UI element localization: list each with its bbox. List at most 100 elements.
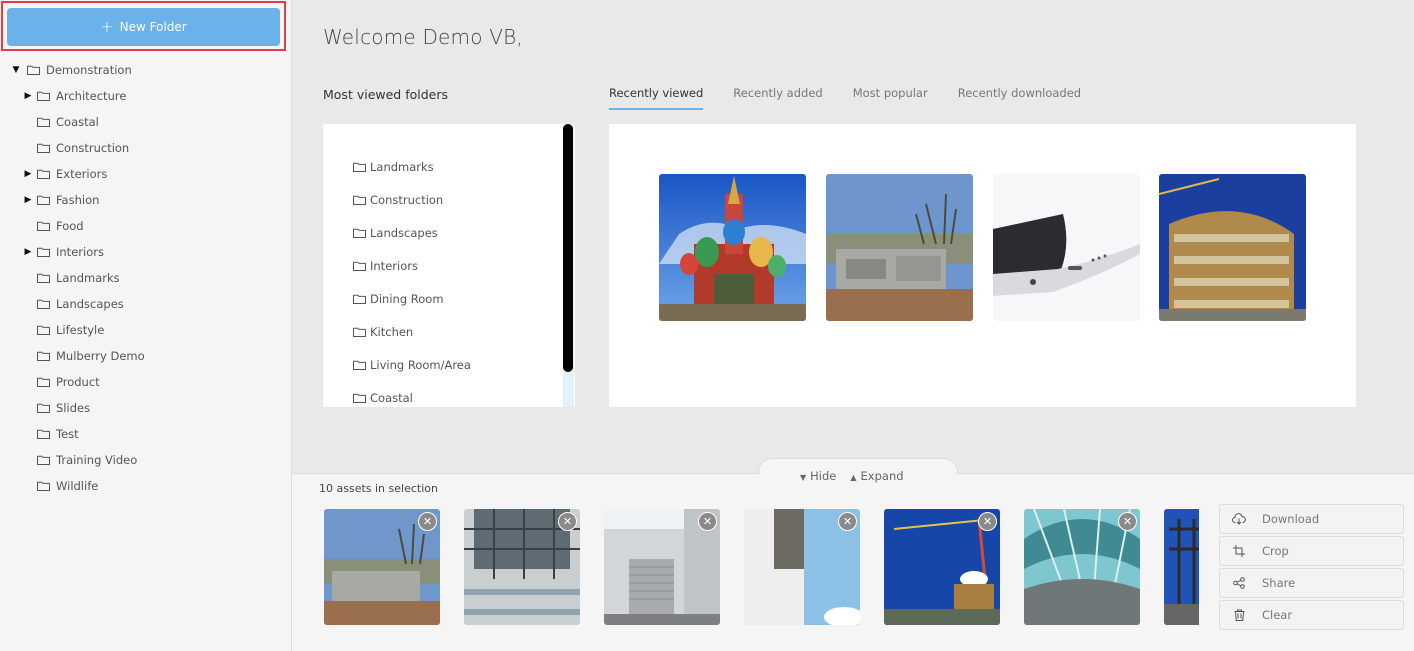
tree-item-label: Interiors <box>56 245 104 259</box>
remove-icon[interactable]: ✕ <box>838 512 857 531</box>
triangle-down-icon: ▼ <box>800 473 807 482</box>
share-button[interactable]: Share <box>1219 568 1404 598</box>
tab-recently-downloaded[interactable]: Recently downloaded <box>958 86 1081 110</box>
tab-recently-added[interactable]: Recently added <box>733 86 822 110</box>
most-viewed-item[interactable]: Coastal <box>353 381 471 407</box>
new-folder-button[interactable]: + New Folder <box>7 8 280 46</box>
caret-right-icon[interactable]: ▶ <box>23 195 33 205</box>
remove-icon[interactable]: ✕ <box>698 512 717 531</box>
share-icon <box>1232 576 1246 590</box>
tree-item-landscapes[interactable]: Landscapes <box>0 291 290 317</box>
tree-item-label: Lifestyle <box>56 323 105 337</box>
selection-item[interactable]: ✕ <box>884 509 1000 625</box>
selection-item[interactable]: ✕ <box>324 509 440 625</box>
most-viewed-item[interactable]: Living Room/Area <box>353 348 471 381</box>
folder-icon <box>37 91 50 101</box>
caret-right-icon[interactable]: ▶ <box>23 91 33 101</box>
selection-strip: ✕ ✕ ✕ ✕ ✕ ✕ <box>324 509 1199 625</box>
folder-icon <box>353 162 366 172</box>
remove-icon[interactable]: ✕ <box>418 512 437 531</box>
most-viewed-label: Landscapes <box>370 225 438 240</box>
cloud-download-icon <box>1232 512 1246 526</box>
most-viewed-item[interactable]: Landscapes <box>353 216 471 249</box>
most-viewed-label: Living Room/Area <box>370 357 471 372</box>
tree-item-test[interactable]: Test <box>0 421 290 447</box>
tree-item-slides[interactable]: Slides <box>0 395 290 421</box>
most-viewed-item[interactable]: Construction <box>353 183 471 216</box>
tree-item-food[interactable]: Food <box>0 213 290 239</box>
tree-item-exteriors[interactable]: ▶ Exteriors <box>0 161 290 187</box>
action-label: Share <box>1262 576 1296 590</box>
tree-item-wildlife[interactable]: Wildlife <box>0 473 290 499</box>
tree-item-architecture[interactable]: ▶ Architecture <box>0 83 290 109</box>
selection-item[interactable]: ✕ <box>1024 509 1140 625</box>
tree-item-label: Fashion <box>56 193 100 207</box>
selection-item[interactable]: ✕ <box>604 509 720 625</box>
thumb-cathedral[interactable] <box>659 174 806 321</box>
thumb-smartphone[interactable] <box>993 174 1140 321</box>
most-viewed-item[interactable]: Kitchen <box>353 315 471 348</box>
thumb-construction-site[interactable] <box>826 174 973 321</box>
most-viewed-item[interactable]: Landmarks <box>353 150 471 183</box>
folder-tree: ▼ Demonstration ▶ Architecture Coastal Constr… <box>0 57 290 499</box>
tree-item-label: Wildlife <box>56 479 99 493</box>
tree-item-label: Coastal <box>56 115 99 129</box>
tree-item-lifestyle[interactable]: Lifestyle <box>0 317 290 343</box>
tab-recently-viewed[interactable]: Recently viewed <box>609 86 704 110</box>
tree-item-label: Exteriors <box>56 167 108 181</box>
most-viewed-label: Interiors <box>370 258 418 273</box>
most-viewed-item[interactable]: Dining Room <box>353 282 471 315</box>
crop-button[interactable]: Crop <box>1219 536 1404 566</box>
most-viewed-panel: Landmarks Construction Landscapes Interiors… <box>323 124 575 407</box>
most-viewed-label: Construction <box>370 192 444 207</box>
tree-item-mulberry-demo[interactable]: Mulberry Demo <box>0 343 290 369</box>
folder-icon <box>37 455 50 465</box>
selection-item[interactable]: ✕ <box>744 509 860 625</box>
action-label: Clear <box>1262 608 1293 622</box>
tree-item-demonstration[interactable]: ▼ Demonstration <box>0 57 290 83</box>
triangle-up-icon: ▲ <box>850 473 857 482</box>
folder-icon <box>353 327 366 337</box>
folder-icon <box>37 273 50 283</box>
most-viewed-label: Kitchen <box>370 324 414 339</box>
folder-icon <box>37 429 50 439</box>
thumb-building-construction[interactable] <box>1159 174 1306 321</box>
folder-icon <box>353 393 366 403</box>
folder-icon <box>353 228 366 238</box>
tree-item-product[interactable]: Product <box>0 369 290 395</box>
tree-item-interiors[interactable]: ▶ Interiors <box>0 239 290 265</box>
folder-icon <box>353 261 366 271</box>
expand-button[interactable]: ▲ Expand <box>850 469 903 483</box>
selection-item[interactable]: ✕ <box>464 509 580 625</box>
tree-item-label: Test <box>56 427 79 441</box>
clear-button[interactable]: Clear <box>1219 600 1404 630</box>
caret-right-icon[interactable]: ▶ <box>23 169 33 179</box>
most-viewed-item[interactable]: Interiors <box>353 249 471 282</box>
tree-item-label: Construction <box>56 141 130 155</box>
new-folder-highlight: + New Folder <box>1 1 286 51</box>
folder-icon <box>37 169 50 179</box>
tree-item-coastal[interactable]: Coastal <box>0 109 290 135</box>
download-button[interactable]: Download <box>1219 504 1404 534</box>
tree-item-training-video[interactable]: Training Video <box>0 447 290 473</box>
tree-item-construction[interactable]: Construction <box>0 135 290 161</box>
tray-toggle: ▼ Hide ▲ Expand <box>800 469 904 483</box>
caret-right-icon[interactable]: ▶ <box>23 247 33 257</box>
tree-item-landmarks[interactable]: Landmarks <box>0 265 290 291</box>
caret-down-icon[interactable]: ▼ <box>11 65 21 75</box>
remove-icon[interactable]: ✕ <box>978 512 997 531</box>
folder-icon <box>37 325 50 335</box>
new-folder-label: New Folder <box>119 20 187 34</box>
folder-icon <box>37 481 50 491</box>
folder-icon <box>37 195 50 205</box>
tray-actions: Download Crop Share Clear <box>1219 504 1404 632</box>
tree-item-fashion[interactable]: ▶ Fashion <box>0 187 290 213</box>
tree-item-label: Training Video <box>56 453 138 467</box>
remove-icon[interactable]: ✕ <box>1118 512 1137 531</box>
scrollbar-thumb[interactable] <box>563 124 573 372</box>
page-title: Welcome Demo VB, <box>323 25 523 49</box>
tab-most-popular[interactable]: Most popular <box>853 86 928 110</box>
selection-item[interactable] <box>1164 509 1199 625</box>
remove-icon[interactable]: ✕ <box>558 512 577 531</box>
hide-button[interactable]: ▼ Hide <box>800 469 836 483</box>
